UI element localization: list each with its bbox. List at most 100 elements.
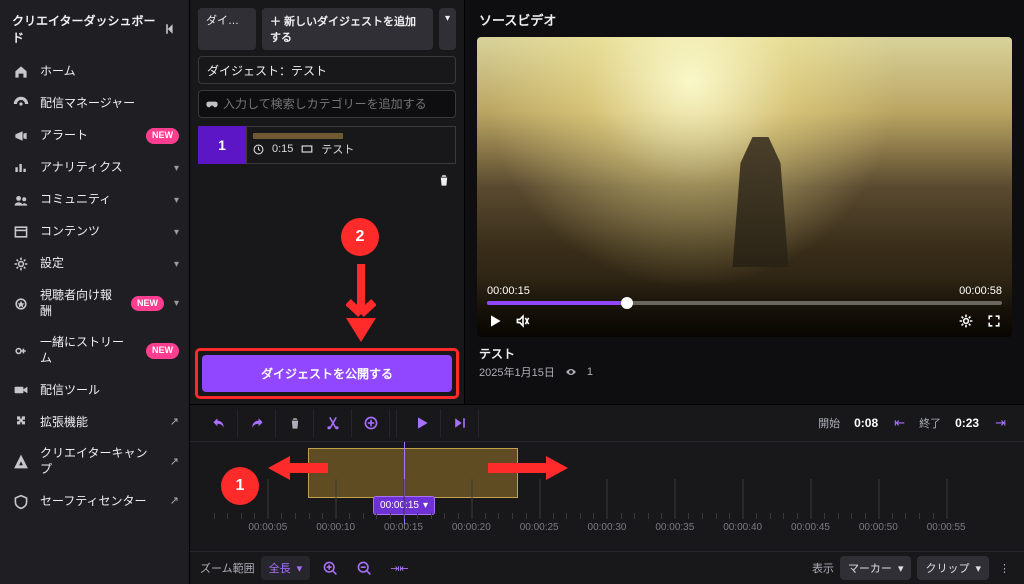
tick: 00:00:50 [859,522,898,533]
seek-knob[interactable] [621,297,633,309]
reward-icon [12,296,30,312]
delete-button[interactable] [276,409,314,437]
cut-button[interactable] [314,409,352,437]
sidebar-item-reward[interactable]: 視聴者向け報酬NEW▾ [0,280,189,327]
zoom-out-button[interactable] [350,556,378,580]
video-views: 1 [587,366,593,378]
start-label: 開始 [812,415,846,431]
sidebar-item-label: アラート [40,128,132,144]
zoom-in-button[interactable] [316,556,344,580]
tick: 00:00:15 [384,522,423,533]
sidebar-item-label: 視聴者向け報酬 [40,288,117,319]
annotation-step-1: 1 [222,468,258,504]
fullscreen-icon[interactable] [986,313,1002,329]
skip-forward-button[interactable] [441,409,479,437]
category-search-input[interactable] [198,90,456,118]
sidebar-header: クリエイターダッシュボード [0,4,189,56]
sidebar-item-label: ホーム [40,64,179,80]
camera-icon [12,382,30,398]
community-icon [12,192,30,208]
sidebar-item-puzzle[interactable]: 拡張機能 ↗ [0,406,189,438]
play-icon[interactable] [487,313,503,329]
together-icon [12,343,30,359]
annotation-arrow-right [488,454,568,482]
chevron-down-icon: ▾ [297,562,303,575]
tick: 00:00:25 [520,522,559,533]
volume-icon[interactable] [515,313,531,329]
sidebar-item-analytics[interactable]: アナリティクス ▾ [0,152,189,184]
shield-icon [12,494,30,510]
megaphone-icon [12,128,30,144]
external-icon: ↗ [170,455,179,469]
collapse-sidebar-icon[interactable] [163,21,179,37]
sidebar-item-gear[interactable]: 設定 ▾ [0,248,189,280]
play-timeline-button[interactable] [403,409,441,437]
snap-start-icon[interactable]: ⇤ [886,415,913,431]
annotation-arrow-left [268,454,328,482]
sidebar-item-label: 拡張機能 [40,415,156,431]
sidebar-item-together[interactable]: 一緒にストリームNEW [0,327,189,374]
video-date: 2025年1月15日 [479,364,555,380]
sidebar-item-content[interactable]: コンテンツ▾ [0,216,189,248]
digest-tab[interactable]: ダイジェ… [198,8,256,50]
sidebar-item-label: クリエイターキャンプ [40,446,156,477]
fit-button[interactable]: ⇥⇤ [384,558,414,579]
tick: 00:00:45 [791,522,830,533]
time-total: 00:00:58 [959,285,1002,297]
gear-icon [12,256,30,272]
sidebar-item-camera[interactable]: 配信ツール [0,374,189,406]
clip-dropdown[interactable]: クリップ▾ [917,556,989,580]
clip-body: 0:15 テスト [246,126,456,164]
snap-end-icon[interactable]: ⇥ [987,415,1014,431]
sidebar-item-community[interactable]: コミュニティ ▾ [0,184,189,216]
digest-title-input[interactable] [198,56,456,84]
upper-area: ダイジェ… ＋ 新しいダイジェストを追加する ▾ 1 [190,0,1024,404]
end-label: 終了 [913,415,947,431]
clip-row[interactable]: 1 0:15 テスト [198,126,456,164]
eye-icon [565,366,577,378]
add-digest-caret[interactable]: ▾ [439,8,456,50]
tick: 00:00:05 [248,522,287,533]
sidebar-item-home[interactable]: ホーム [0,56,189,88]
broadcast-icon [12,96,30,112]
publish-button[interactable]: ダイジェストを公開する [202,355,452,392]
video-player[interactable]: 00:00:15 00:00:58 [477,37,1012,337]
video-panel: ソースビデオ 00:00:15 00:00:58 [465,0,1024,404]
marker-dropdown[interactable]: マーカー▾ [840,556,912,580]
seek-fill [487,301,621,305]
sidebar-item-camp[interactable]: クリエイターキャンプ ↗ [0,438,189,485]
undo-button[interactable] [200,409,238,437]
sidebar-item-broadcast[interactable]: 配信マネージャー [0,88,189,120]
external-icon: ↗ [170,415,179,429]
chevron-down-icon: ▾ [174,194,179,207]
puzzle-icon [12,414,30,430]
timeline-toolbar: 開始 0:08 ⇤ 終了 0:23 ⇥ [190,405,1024,442]
sidebar-item-label: アナリティクス [40,160,164,176]
add-digest-button[interactable]: ＋ 新しいダイジェストを追加する [262,8,433,50]
add-marker-button[interactable] [352,409,390,437]
sidebar-item-label: コンテンツ [40,224,164,240]
clip-meta: 0:15 テスト [253,141,449,157]
timeline-panel: 開始 0:08 ⇤ 終了 0:23 ⇥ 00:00:15 ▾ 00:00:05 0… [190,404,1024,584]
player-times: 00:00:15 00:00:58 [487,285,1002,297]
sidebar-item-shield[interactable]: セーフティセンター↗ [0,486,189,518]
settings-icon[interactable] [958,313,974,329]
analytics-icon [12,160,30,176]
delete-clip-icon[interactable] [436,172,452,188]
annotation-arrow-down [346,264,376,342]
sidebar-item-megaphone[interactable]: アラートNEW [0,120,189,152]
zoom-range-dropdown[interactable]: 全長 ▾ [261,556,311,580]
annotation-step-2: 2 [342,219,378,255]
clock-icon [253,143,264,155]
sidebar: クリエイターダッシュボード ホーム配信マネージャーアラートNEW アナリティクス ▾… [0,0,190,584]
seek-track[interactable] [487,301,1002,305]
redo-button[interactable] [238,409,276,437]
chevron-down-icon: ▾ [174,162,179,175]
sidebar-item-label: 一緒にストリーム [40,335,132,366]
video-title: テスト [479,345,1010,362]
chevron-down-icon: ▾ [174,258,179,271]
more-icon[interactable]: ⋮ [995,562,1014,575]
sidebar-item-label: 設定 [40,256,164,272]
digest-panel: ダイジェ… ＋ 新しいダイジェストを追加する ▾ 1 [190,0,465,404]
sidebar-item-label: コミュニティ [40,192,164,208]
